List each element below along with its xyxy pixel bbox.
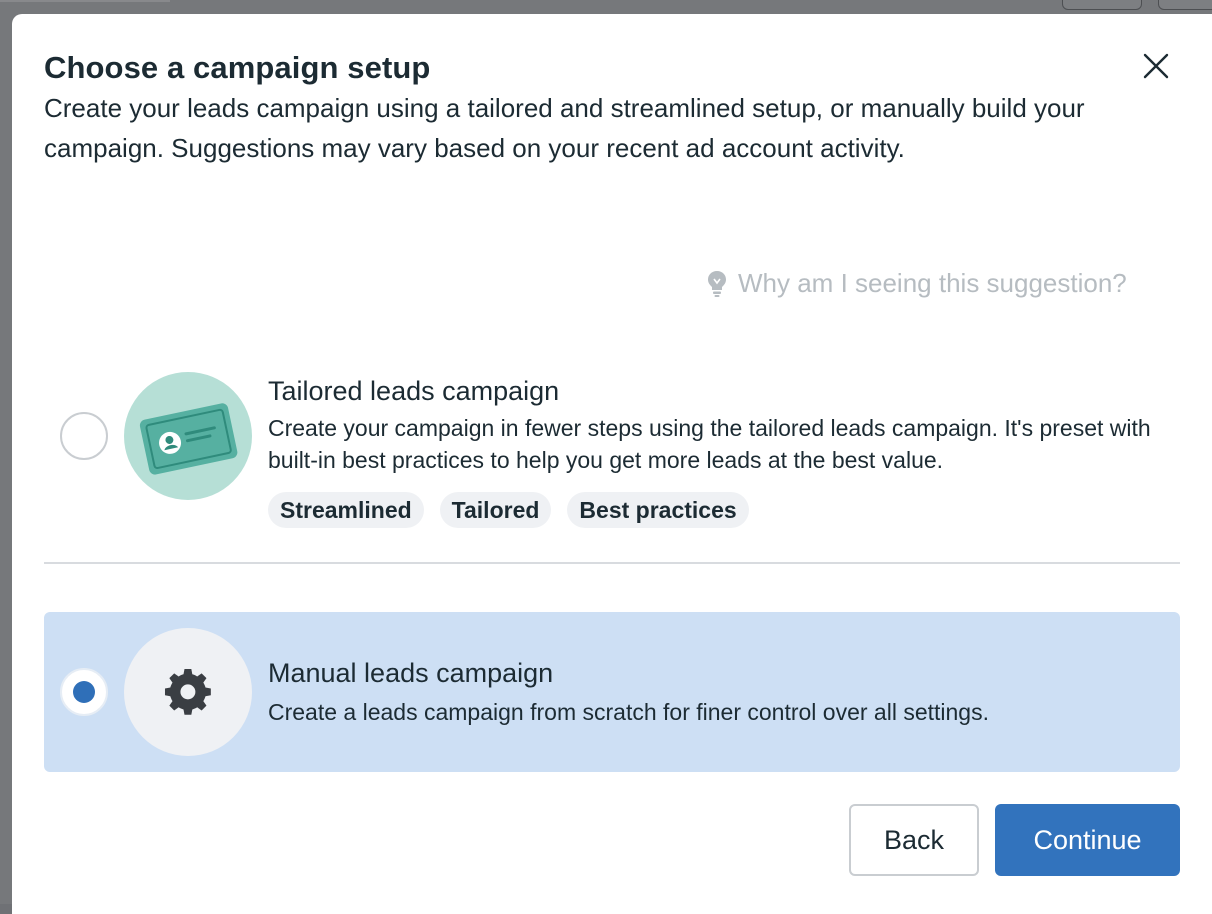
manual-illustration	[124, 628, 252, 756]
tag-tailored: Tailored	[439, 492, 552, 528]
radio-tailored[interactable]	[60, 412, 108, 460]
tailored-description: Create your campaign in fewer steps usin…	[268, 415, 1151, 473]
radio-manual[interactable]	[60, 668, 108, 716]
why-suggestion-link[interactable]: Why am I seeing this suggestion?	[706, 266, 1127, 300]
why-suggestion-text: Why am I seeing this suggestion?	[738, 267, 1127, 298]
continue-button[interactable]: Continue	[995, 804, 1180, 876]
option-manual-leads[interactable]: Manual leads campaign Create a leads cam…	[44, 612, 1180, 772]
tailored-tags: Streamlined Tailored Best practices	[268, 492, 749, 528]
dialog-description: Create your leads campaign using a tailo…	[44, 93, 1085, 163]
lightbulb-icon	[708, 271, 726, 297]
backdrop-button	[1158, 0, 1212, 10]
options-divider	[44, 562, 1180, 564]
backdrop-strip	[0, 0, 170, 2]
radio-selected-dot	[73, 681, 95, 703]
option-tailored-leads[interactable]: Tailored leads campaign Create your camp…	[44, 356, 1180, 536]
back-button[interactable]: Back	[849, 804, 979, 876]
manual-title: Manual leads campaign	[268, 658, 554, 688]
gear-icon	[164, 668, 211, 715]
tailored-title: Tailored leads campaign	[268, 376, 560, 406]
close-icon	[1143, 53, 1169, 79]
tag-streamlined: Streamlined	[268, 492, 424, 528]
id-card-icon	[139, 403, 238, 475]
tailored-illustration	[124, 372, 252, 500]
close-button[interactable]	[1140, 50, 1172, 82]
dialog-title: Choose a campaign setup	[44, 50, 431, 85]
manual-description: Create a leads campaign from scratch for…	[268, 699, 989, 725]
tag-best-practices: Best practices	[567, 492, 749, 528]
backdrop-button	[1062, 0, 1142, 10]
campaign-setup-dialog: Choose a campaign setup Create your lead…	[12, 14, 1212, 914]
